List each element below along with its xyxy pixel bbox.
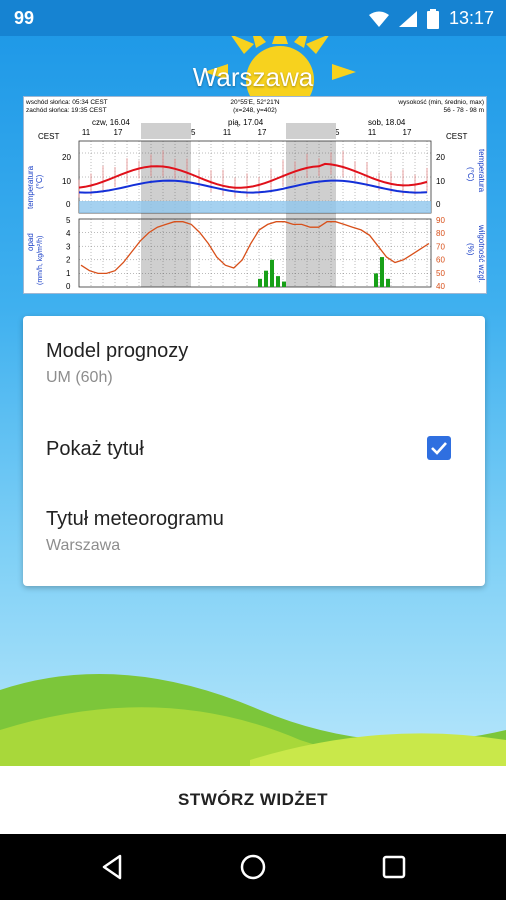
meteogram-precip-tick: 0 <box>66 282 71 291</box>
status-bar: 99 13:17 <box>0 0 506 36</box>
meteogram-title-value: Warszawa <box>46 537 121 554</box>
settings-card: Model prognozy UM (60h) Pokaż tytuł Tytu… <box>23 316 485 586</box>
location-title: Warszawa <box>192 62 314 92</box>
checkmark-icon <box>431 442 447 455</box>
hills-decoration <box>0 674 506 766</box>
meteogram-precip-tick: 2 <box>66 256 71 265</box>
recents-icon[interactable] <box>379 852 409 882</box>
meteogram-altitude-label: wysokość (min, średnio, max) <box>397 99 484 106</box>
meteogram-precip-bar <box>380 257 384 287</box>
meteogram-humidity-tick: 60 <box>436 256 445 265</box>
meteogram-hour-label: 17 <box>114 128 123 137</box>
meteogram-precip-tick: 5 <box>66 216 71 225</box>
meteogram-sunrise: wschód słońca: 05:34 CEST <box>25 99 108 106</box>
meteogram-precip-bar <box>386 278 390 287</box>
meteogram-hour-label: 17 <box>403 128 412 137</box>
show-title-label: Pokaż tytuł <box>46 438 144 460</box>
home-icon[interactable] <box>238 852 268 882</box>
meteogram-humidity-tick: 50 <box>436 269 445 278</box>
model-preference-title: Model prognozy <box>46 340 189 362</box>
meteogram-title-label: Tytuł meteorogramu <box>46 508 224 530</box>
meteogram-hour-label: 17 <box>258 128 267 137</box>
meteogram-image: wschód słońca: 05:34 CEST zachód słońca:… <box>23 96 487 294</box>
meteogram-tz-left: CEST <box>38 132 59 141</box>
meteogram-precip-axis-label: opad <box>26 233 35 251</box>
meteogram-temp-axis-label: temperatura <box>26 165 35 209</box>
model-preference-value: UM (60h) <box>46 369 113 386</box>
notification-count: 99 <box>14 8 35 28</box>
meteogram-precip-tick: 4 <box>66 229 71 238</box>
meteogram-humidity-tick: 70 <box>436 242 445 251</box>
meteogram-day-3: sob, 18.04 <box>368 118 406 127</box>
meteogram-title-preference[interactable]: Tytuł meteorogramu Warszawa <box>46 508 224 555</box>
meteogram-humidity-unit: (%) <box>466 243 475 256</box>
meteogram-humidity-tick: 80 <box>436 229 445 238</box>
meteogram-grid-coords: (x=248, y=402) <box>233 107 277 114</box>
meteogram-sunset: zachód słońca: 19:35 CEST <box>26 107 107 114</box>
create-widget-bar: STWÓRZ WIDŻET <box>0 766 506 834</box>
meteogram-altitude-value: 56 - 78 - 98 m <box>444 107 484 114</box>
meteogram-tz-right: CEST <box>446 132 467 141</box>
meteogram-precip-tick: 3 <box>66 242 71 251</box>
show-title-preference[interactable]: Pokaż tytuł <box>46 438 466 461</box>
meteogram-humidity-axis-label: wilgotność wzgl. <box>477 224 486 283</box>
meteogram-precip-tick: 1 <box>66 269 71 278</box>
meteogram-temp-axis-label-right: temperatura <box>477 149 486 193</box>
meteogram-day-2: pią, 17.04 <box>228 118 264 127</box>
meteogram-temp-ticks-0-right: 0 <box>436 200 441 209</box>
meteogram-temp-ticks-20-right: 20 <box>436 153 445 162</box>
wifi-icon <box>368 11 389 27</box>
meteogram-hour-label: 11 <box>368 128 377 137</box>
meteogram-precip-bar <box>282 281 286 287</box>
create-widget-button[interactable]: STWÓRZ WIDŻET <box>0 766 506 834</box>
meteogram-temp-ticks-10-right: 10 <box>436 177 445 186</box>
meteogram-temp-ticks-0: 0 <box>66 200 71 209</box>
meteogram-hour-label: 11 <box>82 128 91 137</box>
meteogram-temp-ticks-10: 10 <box>62 177 71 186</box>
meteogram-precip-bar <box>264 270 268 287</box>
clock: 13:17 <box>448 8 494 28</box>
meteogram-coords: 20°55'E, 52°21'N <box>230 98 280 106</box>
battery-icon <box>426 8 439 29</box>
meteogram-temp-unit: (°C) <box>35 174 44 189</box>
meteogram-humidity-tick: 40 <box>436 282 445 291</box>
model-preference[interactable]: Model prognozy UM (60h) <box>46 340 188 387</box>
navigation-bar <box>0 834 506 900</box>
meteogram-humidity-tick: 90 <box>436 216 445 225</box>
meteogram-precip-bar <box>258 278 262 287</box>
meteogram-precip-unit: (mm/h, kg/m²/h) <box>37 236 44 285</box>
meteogram-day-1: czw, 16.04 <box>92 118 130 127</box>
back-icon[interactable] <box>98 852 128 882</box>
meteogram-precip-bar <box>276 276 280 287</box>
meteogram-precip-bar <box>270 259 274 287</box>
meteogram-temp-unit-right: (°C) <box>466 167 475 182</box>
meteogram-hour-label: 11 <box>223 128 232 137</box>
meteogram-temp-ticks-20: 20 <box>62 153 71 162</box>
meteogram-precip-bar <box>374 273 378 287</box>
show-title-checkbox[interactable] <box>427 436 451 460</box>
signal-icon <box>398 10 417 27</box>
